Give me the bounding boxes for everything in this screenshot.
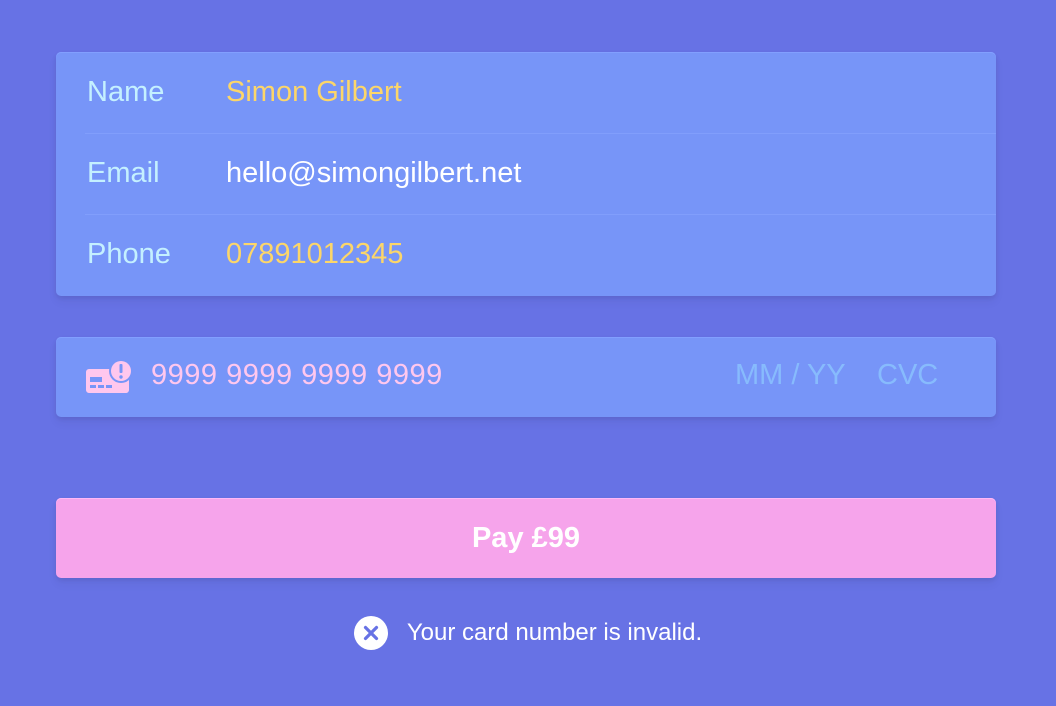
card-expiry-input[interactable]: MM / YY [735,359,846,392]
name-input[interactable]: Simon Gilbert [226,76,402,109]
phone-row[interactable]: Phone 07891012345 [56,214,996,295]
phone-label: Phone [87,238,171,270]
email-row[interactable]: Email hello@simongilbert.net [56,133,996,214]
error-message: Your card number is invalid. [0,615,1056,651]
contact-fieldset: Name Simon Gilbert Email hello@simongilb… [56,52,996,296]
close-circle-icon [353,616,388,650]
card-cvc-input[interactable]: CVC [877,359,938,392]
card-fieldset[interactable]: 9999 9999 9999 9999 MM / YY CVC [56,337,996,417]
error-text: Your card number is invalid. [406,619,703,646]
name-label: Name [87,76,165,108]
email-label: Email [87,157,160,189]
name-row[interactable]: Name Simon Gilbert [56,52,996,133]
pay-button[interactable]: Pay £99 [56,498,996,578]
card-error-icon [86,359,132,393]
phone-input[interactable]: 07891012345 [226,238,403,271]
email-input[interactable]: hello@simongilbert.net [226,157,521,190]
card-number-input[interactable]: 9999 9999 9999 9999 [151,359,443,392]
